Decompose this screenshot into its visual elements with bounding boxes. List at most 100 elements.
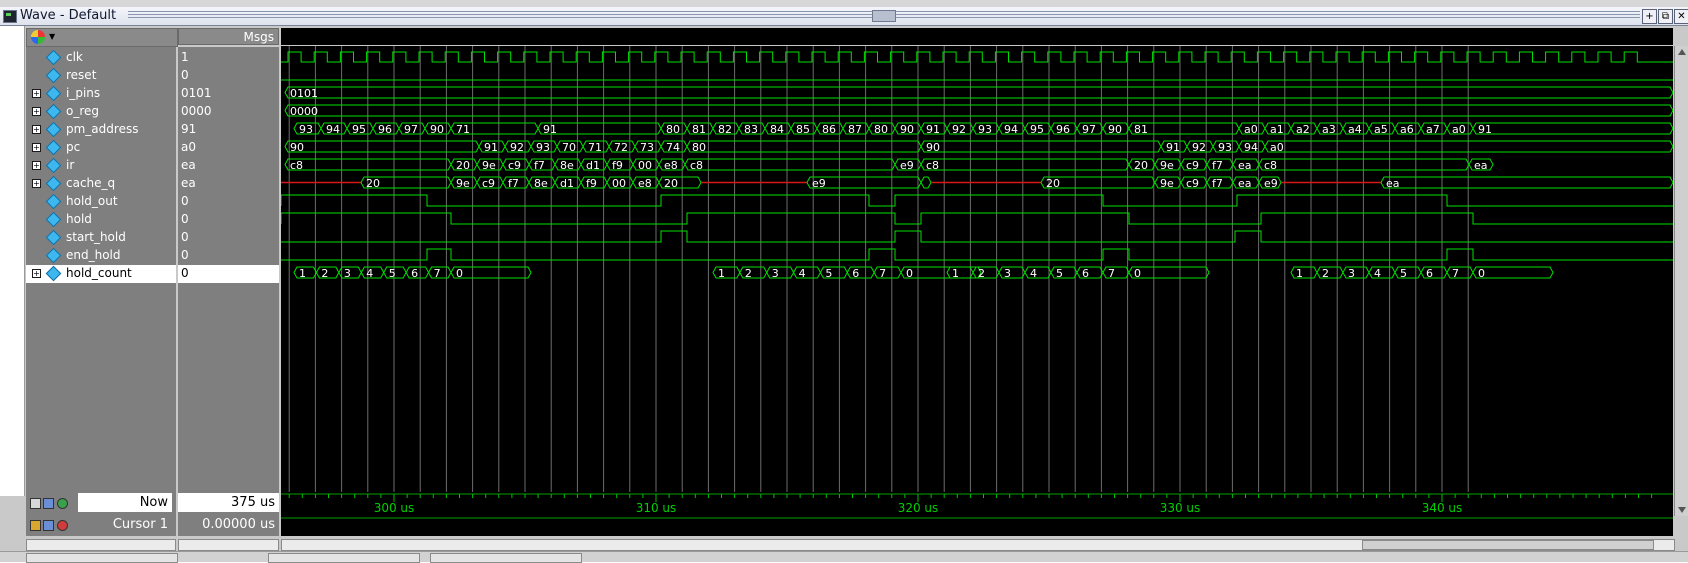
value-row-start-hold[interactable]: 0	[178, 229, 279, 247]
lock-cursor-icon[interactable]	[30, 520, 41, 531]
pc-label: 92	[1192, 141, 1206, 154]
expand-icon[interactable]: +	[32, 143, 41, 152]
signal-row-hold-out[interactable]: hold_out	[26, 193, 176, 211]
hold-count-label: 2	[745, 267, 752, 280]
value-row-hold-out[interactable]: 0	[178, 193, 279, 211]
cache-q-label: 9e	[456, 177, 470, 190]
clk-wave	[281, 51, 1673, 63]
cursor-value[interactable]: 0.00000 us	[178, 515, 279, 534]
signal-name: end_hold	[66, 248, 121, 262]
hold-count-segment	[998, 266, 1026, 279]
value-row-cache-q[interactable]: ea	[178, 175, 279, 193]
hold-count-label: 7	[879, 267, 886, 280]
pm-address-label: 84	[770, 123, 784, 136]
pc-label: a0	[1270, 141, 1284, 154]
hold-count-segment	[1342, 266, 1370, 279]
expand-icon[interactable]: +	[32, 107, 41, 116]
cache-q-label: c9	[482, 177, 495, 190]
signal-row-hold[interactable]: hold	[26, 211, 176, 229]
wrench-icon[interactable]	[43, 520, 54, 531]
signal-row-i-pins[interactable]: + i_pins	[26, 85, 176, 103]
vertical-scrollbar[interactable]	[1674, 46, 1688, 516]
grip-knob[interactable]	[872, 10, 896, 22]
value-row-reset[interactable]: 0	[178, 67, 279, 85]
signal-row-cache-q[interactable]: + cache_q	[26, 175, 176, 193]
values-column-header[interactable]: Msgs	[178, 28, 279, 45]
value-row-pm-address[interactable]: 91	[178, 121, 279, 139]
expand-icon[interactable]: +	[32, 179, 41, 188]
hold-count-label: 0	[1134, 267, 1141, 280]
add-pane-icon[interactable]: +	[1642, 9, 1657, 24]
signal-value: 1	[181, 50, 189, 64]
hold-count-segment	[1128, 266, 1210, 279]
expand-icon[interactable]: +	[32, 125, 41, 134]
pc-label: 70	[562, 141, 576, 154]
close-icon[interactable]: ✕	[1674, 9, 1688, 24]
wave-hscroll-thumb[interactable]	[1362, 540, 1654, 550]
signal-value: 0	[181, 266, 189, 280]
tab-3[interactable]	[430, 553, 582, 563]
waveform-canvas[interactable]: 0101000093 94 95 96 97 90 71 91 80 81 82 83 84 85 86 87…	[280, 46, 1674, 516]
signal-diamond-icon	[45, 247, 62, 264]
hold-count-label: 6	[1426, 267, 1433, 280]
signal-row-ir[interactable]: + ir	[26, 157, 176, 175]
titlebar-drag-grip[interactable]	[128, 10, 1640, 22]
signal-row-o-reg[interactable]: + o_reg	[26, 103, 176, 121]
pm-address-label: 71	[456, 123, 470, 136]
pm-address-label: a2	[1296, 123, 1310, 136]
expand-icon[interactable]: +	[32, 89, 41, 98]
end-hold-wave	[281, 248, 1673, 261]
expand-icon[interactable]: +	[32, 161, 41, 170]
signal-name-pane[interactable]: clk reset + i_pins + o_reg + pm_address + pc + ir + c…	[26, 47, 176, 517]
cache-q-label: ea	[1238, 177, 1252, 190]
signal-name-header[interactable]: ▼	[26, 28, 178, 47]
insert-cursor-icon[interactable]	[30, 498, 41, 509]
wave-hscroll[interactable]	[281, 539, 1675, 551]
signal-row-clk[interactable]: clk	[26, 49, 176, 67]
time-ruler-canvas[interactable]: 300 us 310 us 320 us 330 us 340 us	[281, 492, 1673, 536]
signal-row-pc[interactable]: + pc	[26, 139, 176, 157]
undock-icon[interactable]: ⧉	[1658, 9, 1673, 24]
signal-value: ea	[181, 176, 196, 190]
hold-count-label: 5	[1400, 267, 1407, 280]
hold-count-label: 1	[718, 267, 725, 280]
edit-cursor-icon[interactable]	[43, 498, 54, 509]
value-row-hold-count[interactable]: 0	[178, 265, 279, 283]
ruler-label: 340 us	[1422, 501, 1463, 515]
chevron-down-icon[interactable]: ▼	[49, 32, 55, 41]
ir-label: c9	[1186, 159, 1199, 172]
add-cursor-icon[interactable]	[57, 498, 68, 509]
value-row-o-reg[interactable]: 0000	[178, 103, 279, 121]
signal-value: 0101	[181, 86, 212, 100]
value-row-end-hold[interactable]: 0	[178, 247, 279, 265]
palette-icon[interactable]	[31, 30, 45, 44]
names-hscroll[interactable]	[26, 539, 176, 551]
signal-row-pm-address[interactable]: + pm_address	[26, 121, 176, 139]
signal-row-reset[interactable]: reset	[26, 67, 176, 85]
signal-row-end-hold[interactable]: end_hold	[26, 247, 176, 265]
pm-address-label: 95	[352, 123, 366, 136]
pm-address-label: 93	[978, 123, 992, 136]
pm-address-label: 87	[848, 123, 862, 136]
cursor-label[interactable]: Cursor 1	[78, 515, 172, 534]
signal-row-hold-count[interactable]: + hold_count	[26, 265, 176, 283]
value-row-pc[interactable]: a0	[178, 139, 279, 157]
time-ruler[interactable]: 300 us 310 us 320 us 330 us 340 us	[281, 492, 1673, 536]
signal-row-start-hold[interactable]: start_hold	[26, 229, 176, 247]
now-value: 375 us	[178, 493, 279, 512]
delete-cursor-icon[interactable]	[57, 520, 68, 531]
pc-label: 92	[510, 141, 524, 154]
value-row-ir[interactable]: ea	[178, 157, 279, 175]
waveform-pane[interactable]: 0101 0000 93 94 95 96 97 90 71 91 80 81 82 83 84 85 86 87…	[280, 46, 1674, 516]
values-hscroll[interactable]	[178, 539, 279, 551]
signal-value-pane[interactable]: 1 0 0101 0000 91 a0 ea ea 0 0 0 0 0	[178, 47, 279, 517]
value-row-hold[interactable]: 0	[178, 211, 279, 229]
window-titlebar[interactable]: Wave - Default + ⧉ ✕	[0, 7, 1688, 26]
tab-1[interactable]	[26, 553, 178, 563]
value-row-clk[interactable]: 1	[178, 49, 279, 67]
pc-label: 93	[536, 141, 550, 154]
cache-q-label: c9	[1186, 177, 1199, 190]
tab-2[interactable]	[268, 553, 420, 563]
expand-icon[interactable]: +	[32, 269, 41, 278]
value-row-i-pins[interactable]: 0101	[178, 85, 279, 103]
